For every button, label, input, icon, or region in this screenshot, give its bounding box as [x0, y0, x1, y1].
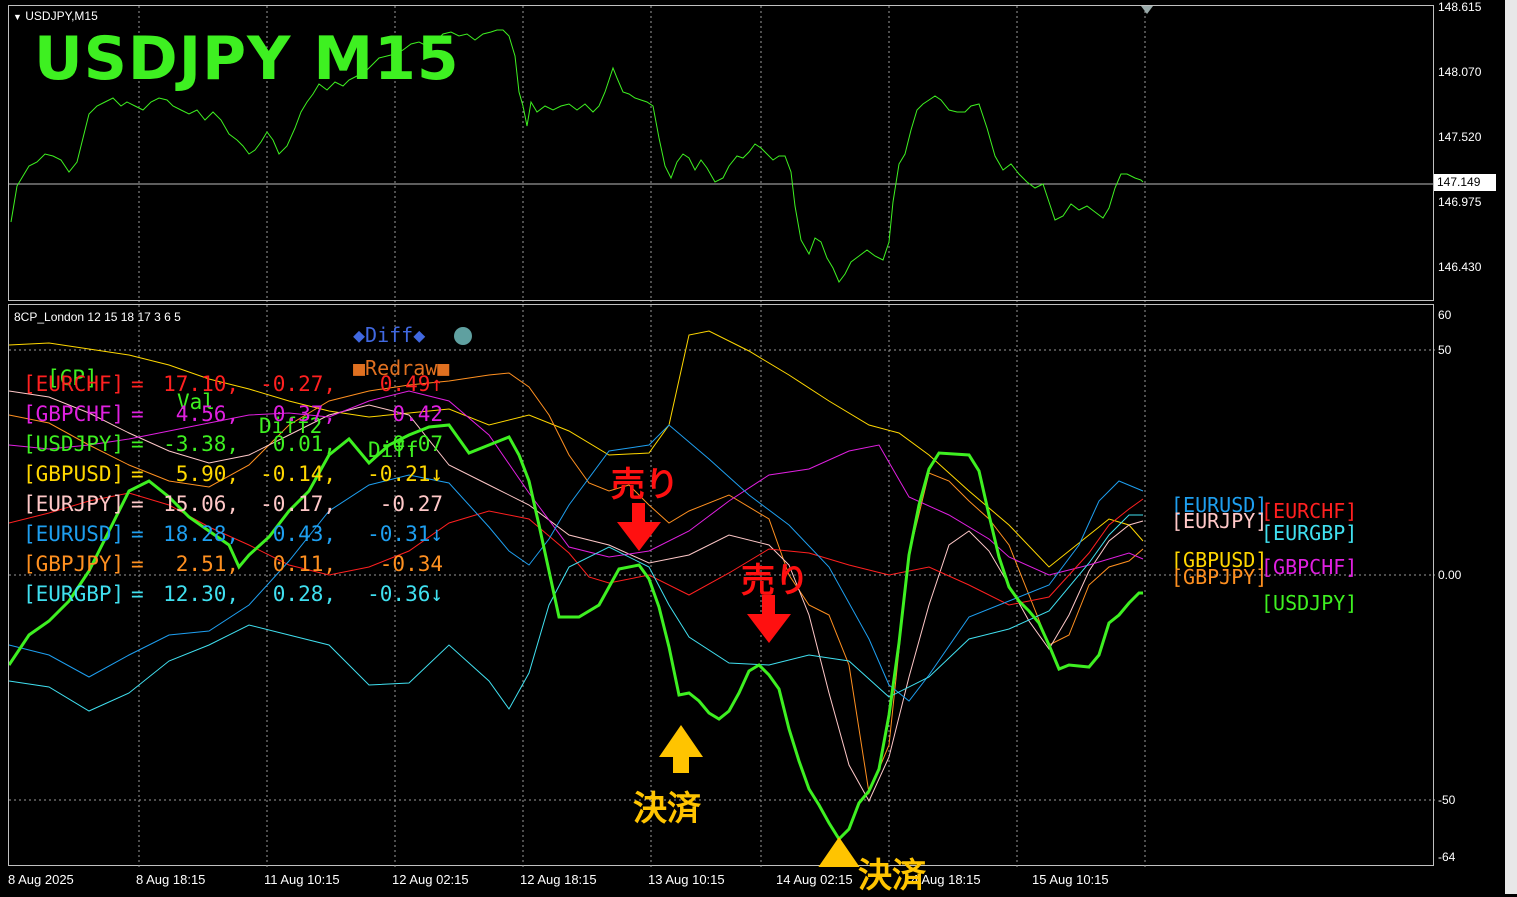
diff-button[interactable]: ◆Diff◆: [353, 323, 425, 347]
time-tick-label: 12 Aug 02:15: [392, 872, 469, 887]
diff-cell: -0.34: [379, 552, 443, 576]
symbol-label[interactable]: ▼ USDJPY,M15: [13, 9, 98, 23]
diff-cell: 0.42: [392, 402, 443, 426]
price-tick-label: 148.615: [1438, 0, 1482, 14]
price-chart-pane[interactable]: ▼ USDJPY,M15 USDJPY M15: [8, 5, 1435, 302]
window-edge: [1505, 0, 1517, 894]
diff-cell: 0.49↑: [379, 372, 443, 396]
dropdown-triangle-icon[interactable]: ▼: [13, 12, 22, 22]
indicator-tick-label: -64: [1438, 850, 1456, 864]
time-axis[interactable]: 8 Aug 2025 8 Aug 18:15 11 Aug 10:15 12 Aug …: [8, 866, 1434, 894]
current-price-box: 147.149: [1434, 174, 1496, 191]
symbol-label-text: USDJPY,M15: [25, 9, 98, 23]
label-eurgbp: [EURGBP]: [1261, 521, 1358, 545]
settle-arrow-icon: [818, 837, 860, 867]
diff-button-label: ◆Diff◆: [353, 323, 426, 347]
label-gbpjpy: [GBPJPY]: [1171, 565, 1268, 589]
price-tick-label: 147.520: [1438, 130, 1482, 144]
time-tick-label: 12 Aug 18:15: [520, 872, 597, 887]
indicator-tick-label: 50: [1438, 343, 1452, 357]
sell-note-1: 売り: [611, 465, 679, 505]
settle-note-2: 決済: [858, 856, 926, 896]
settle-arrow-icon: [659, 725, 703, 773]
time-tick-label: 14 Aug 02:15: [776, 872, 853, 887]
price-tick-label: 148.070: [1438, 65, 1482, 79]
sell-note-2: 売り: [741, 561, 809, 601]
diff-cell: -0.36↓: [367, 582, 443, 606]
diff-cell: -0.31↓: [367, 522, 443, 546]
time-tick-label: 13 Aug 10:15: [648, 872, 725, 887]
diff-cell: -0.27: [379, 492, 443, 516]
shift-marker-icon[interactable]: [1141, 6, 1153, 14]
indicator-tick-label: 0.00: [1438, 568, 1462, 582]
price-tick-label: 146.975: [1438, 195, 1482, 209]
indicator-pane[interactable]: 8CP_London 12 15 18 17 3 6 5 ◆Diff◆ ■Red…: [8, 304, 1435, 867]
diff-cell: -0.21↓: [367, 462, 443, 486]
label-eurjpy: [EURJPY]: [1171, 509, 1268, 533]
time-tick-label: 8 Aug 2025: [8, 872, 74, 887]
time-tick-label: 8 Aug 18:15: [136, 872, 206, 887]
label-eurchf: [EURCHF]: [1261, 499, 1358, 523]
indicator-title: 8CP_London 12 15 18 17 3 6 5: [14, 310, 181, 324]
indicator-tick-label: 60: [1438, 308, 1452, 322]
label-gbpchf: [GBPCHF]: [1261, 555, 1358, 579]
settle-note-1: 決済: [633, 789, 701, 829]
indicator-tick-label: -50: [1438, 793, 1456, 807]
sell-arrow-icon: [747, 595, 791, 643]
label-usdjpy: [USDJPY]: [1261, 591, 1358, 615]
circle-icon[interactable]: [454, 327, 472, 345]
time-tick-label: 11 Aug 10:15: [264, 872, 340, 887]
diff-cell: -0.07: [379, 432, 443, 456]
time-tick-label: 15 Aug 10:15: [1032, 872, 1109, 887]
price-tick-label: 146.430: [1438, 260, 1482, 274]
usdjpy-indicator-line: [9, 423, 1143, 842]
chart-big-title: USDJPY M15: [34, 24, 460, 94]
